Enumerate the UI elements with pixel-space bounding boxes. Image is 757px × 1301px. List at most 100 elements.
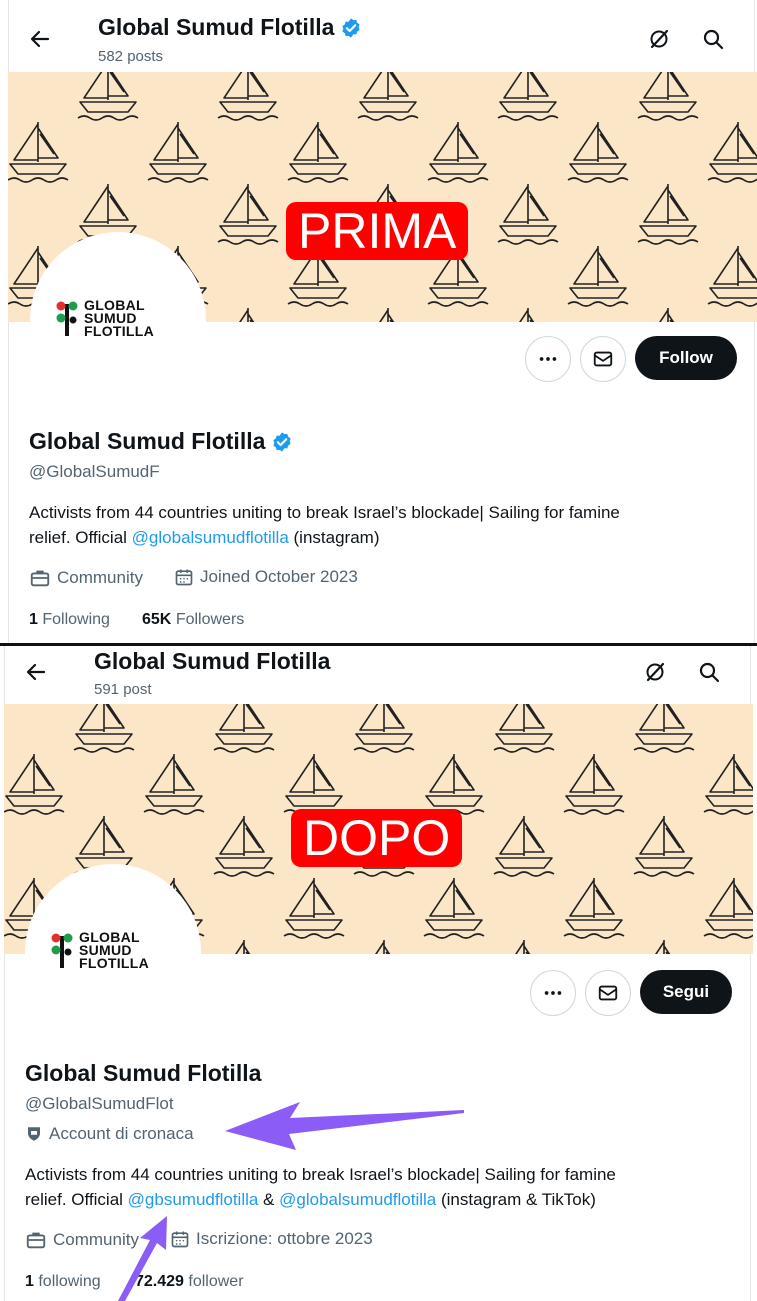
- sailboat-motif: [353, 704, 415, 753]
- more-button[interactable]: [525, 336, 571, 382]
- profile-joined: Joined October 2023: [174, 567, 358, 587]
- sailboat-motif: [217, 72, 279, 121]
- message-icon: [598, 985, 618, 1001]
- sailboat-motif: [217, 184, 279, 245]
- flotilla-logo: GLOBAL SUMUD FLOTILLA: [51, 930, 149, 970]
- sailboat-motif: [707, 122, 757, 183]
- sailboat-motif: [357, 72, 419, 121]
- more-icon: [539, 357, 557, 361]
- sailboat-motif: [423, 754, 485, 815]
- sailboat-motif: [497, 184, 559, 245]
- sailboat-motif: [493, 816, 555, 877]
- sailboat-motif: [515, 940, 531, 954]
- sailboat-motif: [213, 704, 275, 753]
- logo-mark-icon: [51, 933, 73, 968]
- profile-category: Community: [29, 567, 143, 589]
- profile-name: Global Sumud Flotilla: [29, 428, 293, 455]
- sailboat-motif: [147, 122, 209, 183]
- more-icon: [544, 991, 562, 995]
- sailboat-motif: [567, 246, 629, 307]
- followers-stat[interactable]: 65K Followers: [142, 611, 244, 629]
- sailboat-motif: [375, 940, 391, 954]
- sailboat-motif: [4, 754, 65, 815]
- profile-name: Global Sumud Flotilla: [25, 1060, 262, 1086]
- briefcase-icon: [30, 570, 50, 587]
- flotilla-logo: GLOBAL SUMUD FLOTILLA: [56, 298, 154, 338]
- briefcase-icon: [26, 1232, 46, 1249]
- sailboat-motif: [497, 72, 559, 121]
- post-count: 591 post: [94, 681, 152, 698]
- before-panel: Global Sumud Flotilla 582 posts PRIMA GL…: [0, 0, 757, 643]
- back-arrow-icon[interactable]: [24, 23, 56, 55]
- sailboat-motif: [8, 122, 69, 183]
- message-button[interactable]: [580, 336, 626, 382]
- sailboat-motif: [283, 878, 345, 939]
- back-arrow-icon[interactable]: [20, 656, 52, 688]
- sailboat-motif: [659, 308, 675, 322]
- profile-bio: Activists from 44 countries uniting to b…: [25, 1165, 616, 1209]
- news-label-icon: [28, 1127, 40, 1141]
- header-title: Global Sumud Flotilla: [98, 14, 362, 41]
- sailboat-motif: [239, 308, 255, 322]
- search-icon[interactable]: [694, 657, 724, 687]
- sailboat-motif: [655, 940, 671, 954]
- verified-badge-icon: [273, 431, 292, 452]
- message-button[interactable]: [585, 970, 631, 1016]
- sailboat-motif: [567, 122, 629, 183]
- profile-bio: Activists from 44 countries uniting to b…: [29, 503, 620, 547]
- top-bar: Global Sumud Flotilla 582 posts: [0, 0, 757, 72]
- sailboat-motif: [519, 308, 535, 322]
- logo-text: GLOBAL SUMUD FLOTILLA: [79, 928, 150, 971]
- sailboat-motif: [633, 704, 695, 753]
- header-title: Global Sumud Flotilla: [94, 648, 331, 674]
- verified-badge-icon: [342, 17, 361, 38]
- search-icon[interactable]: [698, 24, 728, 54]
- bio-link-instagram[interactable]: @globalsumudflotilla: [132, 528, 289, 547]
- profile-category: Community: [25, 1229, 139, 1251]
- profile-joined: Iscrizione: ottobre 2023: [170, 1229, 373, 1249]
- sailboat-motif: [427, 122, 489, 183]
- sailboat-motif: [213, 816, 275, 877]
- bio-link-gbsumud[interactable]: @gbsumudflotilla: [128, 1190, 259, 1209]
- message-icon: [593, 351, 613, 367]
- sailboat-motif: [633, 816, 695, 877]
- followers-stat[interactable]: 72.429 follower: [135, 1273, 244, 1291]
- news-account-label[interactable]: Account di cronaca: [25, 1124, 194, 1144]
- sailboat-motif: [563, 754, 625, 815]
- calendar-icon: [175, 569, 193, 586]
- sailboat-motif: [143, 754, 205, 815]
- following-stat[interactable]: 1 Following: [29, 611, 110, 629]
- bio-link-instagram[interactable]: @globalsumudflotilla: [279, 1190, 436, 1209]
- sailboat-motif: [493, 704, 555, 753]
- sailboat-motif: [235, 940, 251, 954]
- sailboat-motif: [703, 878, 753, 939]
- profile-handle: @GlobalSumudFlot: [25, 1094, 174, 1113]
- follow-button[interactable]: Segui: [640, 970, 732, 1014]
- logo-mark-icon: [56, 301, 78, 336]
- follow-button[interactable]: Follow: [635, 336, 737, 380]
- more-button[interactable]: [530, 970, 576, 1016]
- sailboat-motif: [563, 878, 625, 939]
- before-stamp: PRIMA: [286, 202, 469, 260]
- sailboat-motif: [73, 704, 135, 753]
- following-stat[interactable]: 1 following: [25, 1273, 101, 1291]
- logo-text: GLOBAL SUMUD FLOTILLA: [84, 296, 155, 339]
- profile-avatar[interactable]: GLOBAL SUMUD FLOTILLA: [25, 864, 201, 1040]
- post-count: 582 posts: [98, 48, 164, 65]
- sailboat-motif: [283, 754, 345, 815]
- sailboat-motif: [637, 184, 699, 245]
- sailboat-motif: [703, 754, 753, 815]
- after-stamp: DOPO: [291, 809, 463, 867]
- sailboat-motif: [637, 72, 699, 121]
- profile-handle: @GlobalSumudF: [29, 462, 160, 481]
- grok-icon[interactable]: [644, 24, 674, 54]
- sailboat-motif: [77, 72, 139, 121]
- calendar-icon: [171, 1231, 189, 1248]
- after-panel: Global Sumud Flotilla 591 post DOPO GLOB…: [0, 646, 757, 1301]
- grok-icon[interactable]: [640, 657, 670, 687]
- sailboat-motif: [379, 308, 395, 322]
- sailboat-motif: [287, 122, 349, 183]
- sailboat-motif: [707, 246, 757, 307]
- profile-avatar[interactable]: GLOBAL SUMUD FLOTILLA: [30, 232, 206, 408]
- sailboat-motif: [423, 878, 485, 939]
